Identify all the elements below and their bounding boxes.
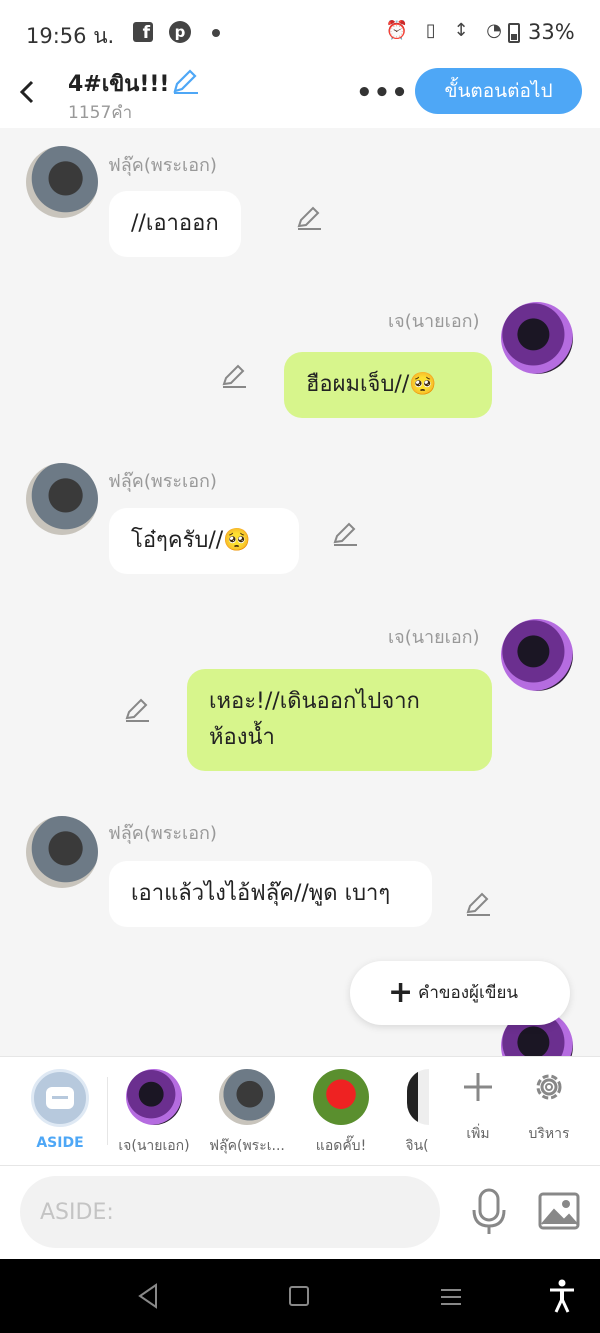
next-step-button[interactable]: ขั้นตอนต่อไป	[415, 68, 582, 114]
word-count: 1157คำ	[68, 103, 133, 123]
divider	[107, 1077, 108, 1145]
nav-back-icon[interactable]	[136, 1283, 160, 1309]
aside-button[interactable]	[31, 1069, 89, 1127]
edit-pencil-icon[interactable]	[331, 520, 359, 548]
image-icon[interactable]	[538, 1192, 580, 1230]
status-time: 19:56 น.	[26, 24, 115, 48]
system-nav-bar	[0, 1259, 600, 1333]
aside-input[interactable]	[20, 1176, 440, 1248]
sender-name: ฟลุ๊ค(พระเอก)	[108, 471, 217, 492]
aside-chat-icon	[46, 1087, 74, 1109]
alarm-vibrate-wifi-icons: ⏰ ▯ ↕ ◔	[385, 20, 508, 41]
status-bar: 19:56 น. f p ⏰ ▯ ↕ ◔ 33%	[0, 0, 600, 64]
battery-percent: 33%	[528, 20, 575, 44]
more-options-icon[interactable]: •••	[356, 78, 409, 108]
pinterest-icon: p	[169, 21, 191, 43]
chat-area[interactable]: ฟลุ๊ค(พระเอก) //เอาออก เจ(นายเอก) ฮือผมเ…	[0, 128, 600, 1056]
add-label[interactable]: เพิ่ม	[458, 1123, 498, 1145]
microphone-icon[interactable]	[470, 1188, 508, 1236]
gear-icon[interactable]	[531, 1069, 567, 1105]
edit-title-pencil-icon[interactable]	[170, 66, 200, 96]
avatar[interactable]	[501, 302, 573, 374]
sender-name: เจ(นายเอก)	[388, 311, 480, 332]
accessibility-icon[interactable]	[548, 1279, 576, 1313]
plus-icon: +	[388, 975, 414, 1010]
character-avatar[interactable]	[313, 1069, 369, 1125]
input-bar	[0, 1166, 600, 1259]
edit-pencil-icon[interactable]	[295, 204, 323, 232]
character-label: เจ(นายเอก)	[118, 1138, 190, 1154]
character-bar: ASIDE เจ(นายเอก) ฟลุ๊ค(พระเ... แอดคั๊บ! …	[0, 1056, 600, 1166]
character-avatar[interactable]	[219, 1069, 275, 1125]
avatar[interactable]	[26, 463, 98, 535]
back-arrow-icon[interactable]	[14, 72, 42, 112]
nav-recents-icon[interactable]	[440, 1287, 462, 1307]
message-bubble[interactable]: โอ๋ๆครับ//🥺	[109, 508, 299, 574]
author-note-label: คำของผู้เขียน	[418, 983, 519, 1003]
sender-name: ฟลุ๊ค(พระเอก)	[108, 155, 217, 176]
aside-label: ASIDE	[36, 1135, 84, 1151]
message-bubble[interactable]: เอาแล้วไงไอ้ฟลุ๊ค//พูด เบาๆ	[109, 861, 432, 927]
author-note-button[interactable]: + คำของผู้เขียน	[350, 961, 570, 1025]
message-bubble[interactable]: //เอาออก	[109, 191, 241, 257]
character-avatar[interactable]	[407, 1069, 429, 1125]
chat-header: 4#เขิน!!! 1157คำ ••• ขั้นตอนต่อไป	[0, 64, 600, 128]
edit-pencil-icon[interactable]	[123, 696, 151, 724]
battery-icon	[508, 23, 520, 43]
add-character-icon[interactable]	[462, 1071, 494, 1103]
character-label: แอดคั๊บ!	[315, 1138, 367, 1154]
facebook-icon: f	[133, 22, 153, 43]
story-title: 4#เขิน!!!	[68, 72, 170, 97]
sender-name: เจ(นายเอก)	[388, 627, 480, 648]
avatar[interactable]	[26, 816, 98, 888]
edit-pencil-icon[interactable]	[464, 890, 492, 918]
avatar[interactable]	[501, 619, 573, 691]
nav-home-icon[interactable]	[289, 1286, 309, 1306]
manage-label[interactable]: บริหาร	[522, 1123, 576, 1145]
character-label: ฟลุ๊ค(พระเ...	[209, 1138, 285, 1154]
message-bubble[interactable]: ฮือผมเจ็บ//🥺	[284, 352, 492, 418]
message-bubble[interactable]: เหอะ!//เดินออกไปจาก ห้องน้ำ	[187, 669, 492, 771]
character-label: จิน(	[405, 1138, 429, 1154]
character-avatar[interactable]	[126, 1069, 182, 1125]
sender-name: ฟลุ๊ค(พระเอก)	[108, 823, 217, 844]
avatar[interactable]	[26, 146, 98, 218]
notification-dot-icon	[212, 29, 220, 37]
edit-pencil-icon[interactable]	[220, 362, 248, 390]
